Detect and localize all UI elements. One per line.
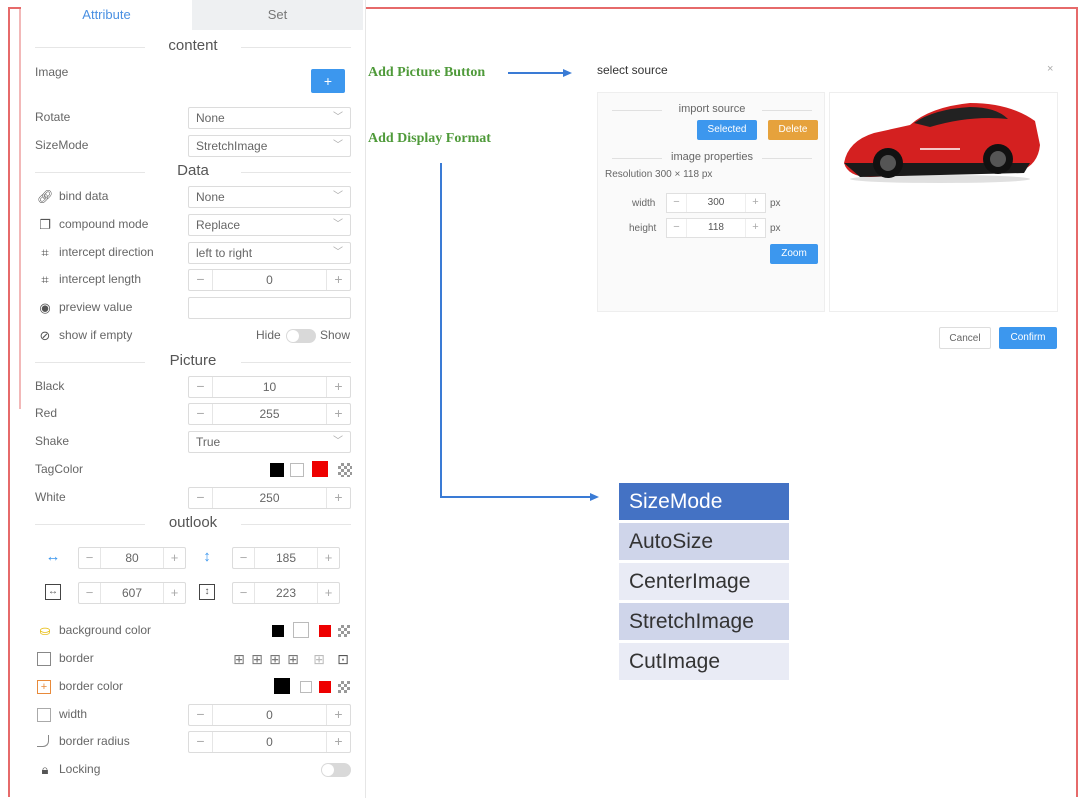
height-value[interactable]: 118 [687,219,745,237]
image-properties-title: image properties [612,151,812,163]
width-label: width [632,198,656,209]
cancel-button[interactable]: Cancel [939,327,991,349]
dialog-preview-panel [829,92,1058,312]
arrow-head [563,69,572,77]
zoom-button[interactable]: Zoom [770,244,818,264]
height-stepper[interactable]: − 118 + [666,218,766,238]
width-value[interactable]: 300 [687,194,745,212]
decrement-button[interactable]: − [667,194,687,212]
confirm-button[interactable]: Confirm [999,327,1057,349]
car-preview-image [844,103,1040,183]
close-icon[interactable]: × [1047,63,1053,75]
resolution-text: Resolution 300 × 118 px [605,169,713,180]
increment-button[interactable]: + [745,219,765,237]
delete-button[interactable]: Delete [768,120,818,140]
import-source-title: import source [612,103,812,115]
sizemode-option-cutimage[interactable]: CutImage [619,643,789,680]
width-stepper[interactable]: − 300 + [666,193,766,213]
selected-button[interactable]: Selected [697,120,757,140]
arrow-to-list [440,163,592,498]
dialog-source-panel: import source Selected Delete image prop… [597,92,825,312]
sizemode-option-centerimage[interactable]: CenterImage [619,563,789,600]
width-unit: px [770,198,781,209]
sizemode-options-list: SizeMode AutoSize CenterImage StretchIma… [619,483,789,683]
height-label: height [629,223,657,234]
height-unit: px [770,223,781,234]
sizemode-option-autosize[interactable]: AutoSize [619,523,789,560]
dialog-title: select source [597,63,668,77]
sizemode-list-header: SizeMode [619,483,789,520]
sizemode-option-stretchimage[interactable]: StretchImage [619,603,789,640]
arrow-head [590,493,599,501]
decrement-button[interactable]: − [667,219,687,237]
increment-button[interactable]: + [745,194,765,212]
